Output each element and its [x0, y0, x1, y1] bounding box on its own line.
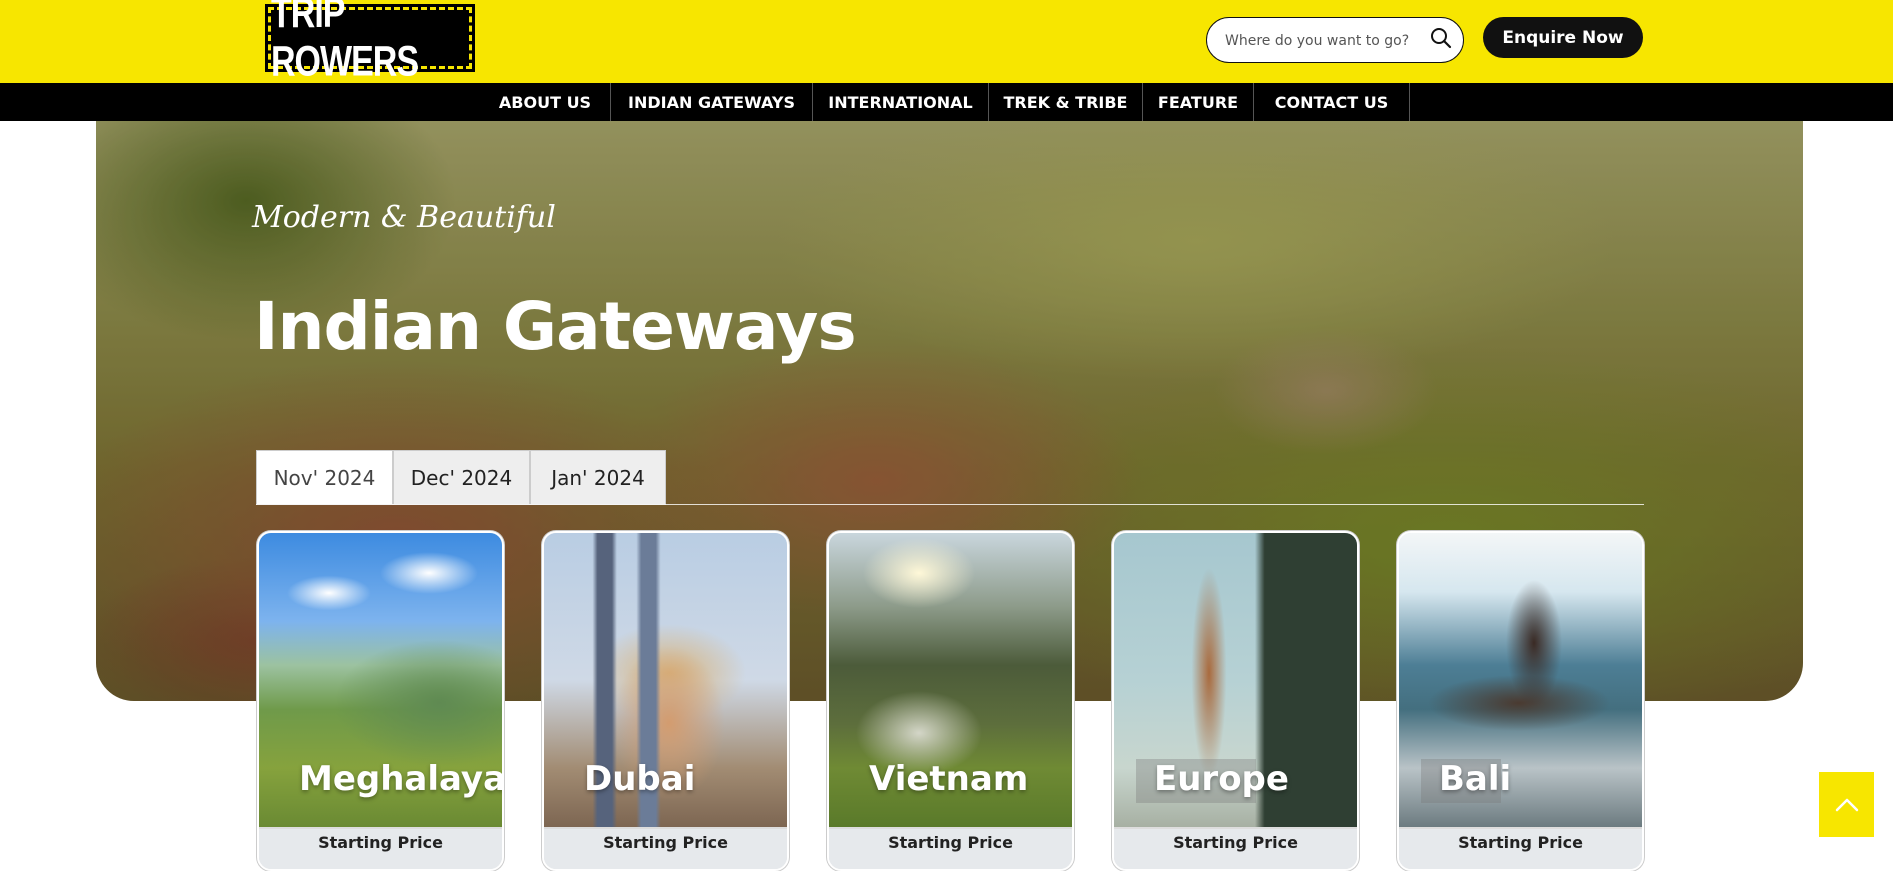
destination-card-bali[interactable]: Bali Starting Price: [1397, 531, 1644, 871]
nav-item-indian-gateways[interactable]: INDIAN GATEWAYS: [611, 83, 813, 121]
destination-name: Meghalaya: [299, 759, 504, 799]
destination-card-meghalaya[interactable]: Meghalaya Starting Price: [257, 531, 504, 871]
starting-price-label: Starting Price: [259, 829, 502, 869]
back-to-top-button[interactable]: [1819, 772, 1874, 837]
nav-item-trek-tribe[interactable]: TREK & TRIBE: [989, 83, 1143, 121]
search-icon[interactable]: [1428, 26, 1454, 52]
search-box: [1206, 17, 1464, 63]
chevron-up-icon: [1835, 798, 1858, 811]
destination-name: Dubai: [584, 759, 696, 799]
tab-jan-2024[interactable]: Jan' 2024: [530, 450, 666, 505]
tab-nov-2024[interactable]: Nov' 2024: [256, 450, 393, 505]
destination-card-europe[interactable]: Europe Starting Price: [1112, 531, 1359, 871]
logo[interactable]: TRIP ROWERS: [265, 0, 475, 86]
logo-text-rowers: ROWERS: [271, 38, 419, 86]
nav-item-feature[interactable]: FEATURE: [1143, 83, 1254, 121]
destination-name: Bali: [1439, 759, 1512, 799]
enquire-now-button[interactable]: Enquire Now: [1483, 17, 1643, 58]
nav-item-international[interactable]: INTERNATIONAL: [813, 83, 989, 121]
destination-name: Europe: [1154, 759, 1289, 799]
starting-price-label: Starting Price: [829, 829, 1072, 869]
nav-item-contact-us[interactable]: CONTACT US: [1254, 83, 1410, 121]
starting-price-label: Starting Price: [544, 829, 787, 869]
tab-dec-2024[interactable]: Dec' 2024: [393, 450, 530, 505]
destination-name: Vietnam: [869, 759, 1029, 799]
tabs-divider: [256, 504, 1644, 505]
logo-text: TRIP ROWERS: [271, 0, 469, 87]
search-input[interactable]: [1225, 28, 1425, 54]
month-tabs: Nov' 2024 Dec' 2024 Jan' 2024: [256, 450, 666, 505]
destination-card-vietnam[interactable]: Vietnam Starting Price: [827, 531, 1074, 871]
hero-title: Indian Gateways: [254, 288, 857, 365]
starting-price-label: Starting Price: [1399, 829, 1642, 869]
starting-price-label: Starting Price: [1114, 829, 1357, 869]
destination-card-dubai[interactable]: Dubai Starting Price: [542, 531, 789, 871]
hero-subtitle: Modern & Beautiful: [252, 200, 556, 235]
nav-list: ABOUT US INDIAN GATEWAYS INTERNATIONAL T…: [480, 83, 1410, 121]
main-nav: ABOUT US INDIAN GATEWAYS INTERNATIONAL T…: [0, 83, 1893, 121]
logo-text-trip: TRIP: [271, 0, 345, 37]
header-bar: TRIP ROWERS Enquire Now: [0, 0, 1893, 86]
nav-item-about-us[interactable]: ABOUT US: [480, 83, 611, 121]
